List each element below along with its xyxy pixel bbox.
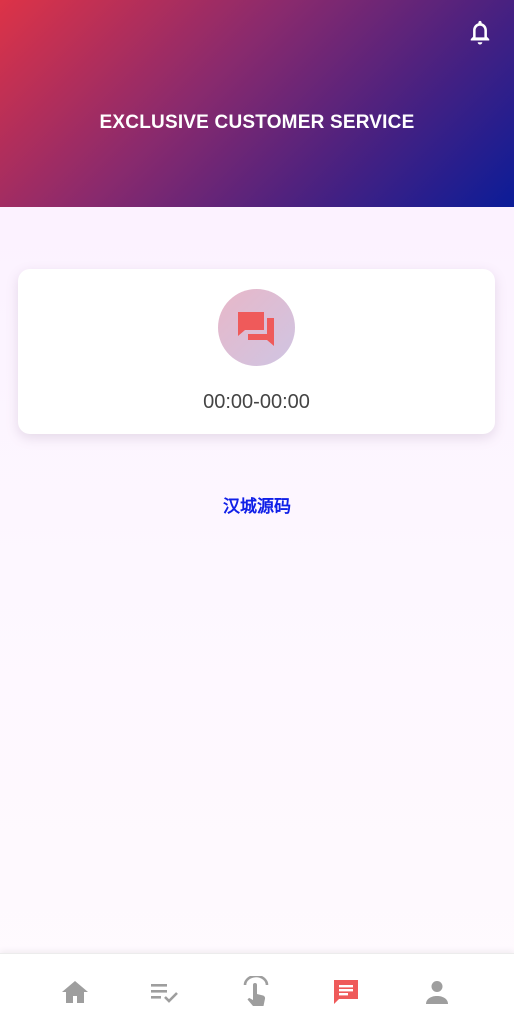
tab-touch[interactable] [240,976,272,1008]
tab-profile[interactable] [421,976,453,1008]
checklist-icon [151,984,178,1003]
person-icon [426,981,448,1004]
service-hours: 00:00-00:00 [203,391,310,413]
header: EXCLUSIVE CUSTOMER SERVICE [0,0,514,207]
home-icon [62,981,88,1003]
service-card: 00:00-00:00 [18,269,495,434]
chat-icon [237,311,274,346]
tab-messages[interactable] [330,976,362,1008]
message-icon [334,980,358,1004]
touch-icon [243,976,269,1006]
page-title: EXCLUSIVE CUSTOMER SERVICE [99,112,415,133]
chat-button[interactable] [218,289,295,366]
bottom-tab-bar [0,953,514,1025]
brand-text: 汉城源码 [223,497,291,516]
tab-orders[interactable] [149,976,181,1008]
bell-icon[interactable] [466,18,494,48]
tab-home[interactable] [59,976,91,1008]
